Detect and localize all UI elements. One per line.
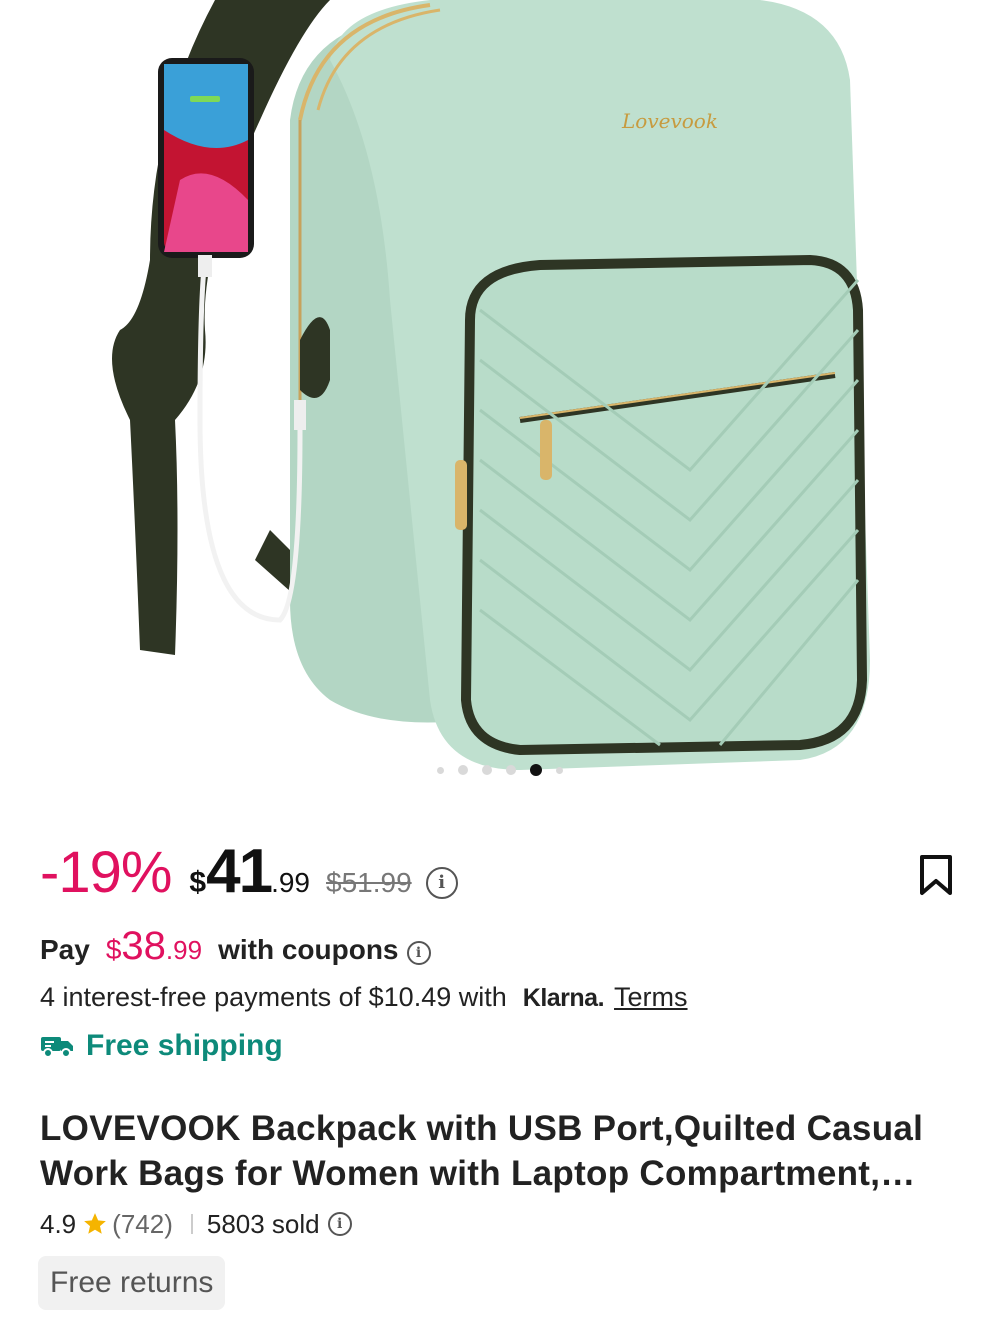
coupon-info-icon[interactable]: i <box>406 941 431 965</box>
star-icon <box>84 1213 106 1234</box>
sold-info-icon[interactable]: i <box>327 1212 352 1236</box>
original-price: $51.99 <box>326 867 412 898</box>
coupon-price: $ 38 .99 <box>106 924 202 969</box>
rating-value: 4.9 <box>40 1208 77 1239</box>
free-shipping-label: Free shipping <box>86 1029 283 1062</box>
klarna-row: 4 interest-free payments of $10.49 with … <box>40 982 688 1018</box>
current-price: $ 41 .99 <box>189 836 310 907</box>
klarna-terms-link[interactable]: Terms <box>614 982 688 1013</box>
rating-row[interactable]: 4.9 (742) 5803 sold i <box>40 1204 352 1244</box>
free-returns-badge[interactable]: Free returns <box>38 1256 226 1310</box>
divider <box>190 1214 193 1234</box>
product-image-gallery[interactable]: Lovevook <box>0 0 1000 800</box>
gallery-dot[interactable] <box>506 765 516 775</box>
discount-badge: -19% <box>40 840 172 905</box>
klarna-logo: Klarna. <box>522 984 605 1012</box>
gallery-dot[interactable] <box>530 764 542 776</box>
coupon-price-integer: 38 <box>121 924 166 968</box>
backpack-image: Lovevook <box>112 0 870 770</box>
price-info-icon[interactable]: i <box>425 866 458 899</box>
bookmark-icon[interactable] <box>916 853 956 897</box>
coupon-price-decimal: .99 <box>165 935 203 965</box>
truck-icon <box>41 1037 73 1058</box>
free-shipping-row[interactable]: Free shipping <box>40 1026 283 1066</box>
gallery-dot[interactable] <box>482 765 492 775</box>
brand-logo-mark: Lovevook <box>621 109 718 133</box>
price-integer: 41 <box>206 837 273 906</box>
coupon-currency: $ <box>105 934 122 965</box>
klarna-text: 4 interest-free payments of $10.49 with <box>40 982 507 1012</box>
price-currency: $ <box>189 866 207 899</box>
product-title[interactable]: LOVEVOOK Backpack with USB Port,Quilted … <box>40 1106 960 1196</box>
gallery-dot[interactable] <box>437 766 444 774</box>
gallery-dot[interactable] <box>458 765 468 775</box>
gallery-pagination[interactable] <box>0 764 1000 776</box>
coupon-row: Pay $ 38 .99 with coupons i <box>40 924 431 974</box>
sold-count: 5803 sold <box>206 1208 320 1239</box>
gallery-dot[interactable] <box>556 766 563 774</box>
review-count: (742) <box>112 1208 173 1239</box>
coupon-suffix: with coupons <box>218 934 399 965</box>
price-row: -19% $ 41 .99 $51.99 i <box>40 836 960 916</box>
price-decimal: .99 <box>271 867 310 898</box>
coupon-prefix: Pay <box>40 934 90 965</box>
